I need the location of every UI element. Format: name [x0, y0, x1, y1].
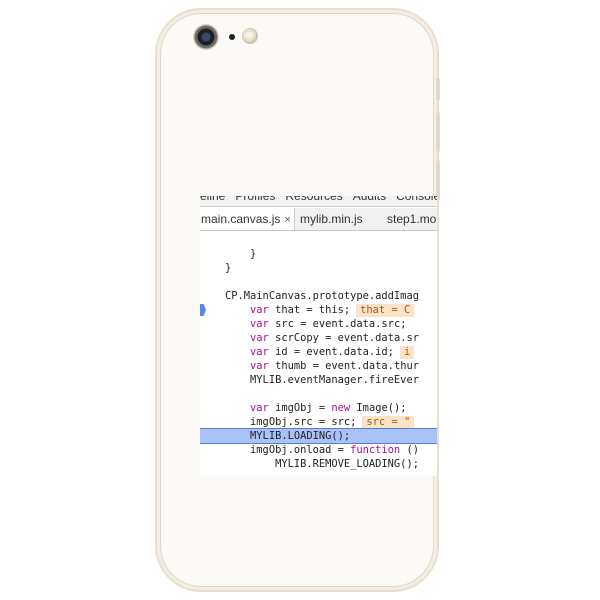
code-line[interactable]: MYLIB.eventManager.fireEver	[200, 373, 437, 387]
code-text: MYLIB.eventManager.fireEver	[200, 374, 419, 386]
code-line[interactable]: imgObj.src = src; src = "	[200, 415, 437, 429]
tab-label: step1.mo	[387, 212, 437, 226]
flash-icon	[242, 28, 258, 44]
microphone-dot	[229, 34, 235, 40]
code-line[interactable]: imgObj.onload = function ()	[200, 443, 437, 457]
code-text: }	[200, 262, 232, 274]
code-text: imgObj.src = src; src = "	[200, 415, 415, 429]
inline-value-badge: src = "	[362, 416, 415, 429]
code-text: }	[200, 248, 257, 260]
code-text: var id = event.data.id; i	[200, 345, 415, 359]
tab-step1[interactable]: step1.mo	[387, 208, 436, 230]
menu-item[interactable]: Console	[396, 196, 437, 203]
code-line[interactable]: var thumb = event.data.thur	[200, 359, 437, 373]
code-line[interactable]: var id = event.data.id; i	[200, 345, 437, 359]
code-line[interactable]: var imgObj = new Image();	[200, 401, 437, 415]
code-line[interactable]: var scrCopy = event.data.sr	[200, 331, 437, 345]
tab-label: mylib.min.js	[300, 212, 363, 226]
code-text: CP.MainCanvas.prototype.addImag	[200, 290, 419, 302]
devtools-menubar: eline Profiles Resources Audits Console	[200, 196, 437, 207]
code-line[interactable]: var src = event.data.src;	[200, 317, 437, 331]
menu-item[interactable]: Profiles	[235, 196, 275, 203]
product-mockup: eline Profiles Resources Audits Console main…	[0, 0, 600, 600]
volume-button	[436, 112, 440, 152]
volume-button	[436, 160, 440, 200]
tab-mylib-min-js[interactable]: mylib.min.js	[300, 208, 363, 230]
code-line[interactable]: MYLIB.LOADING();	[200, 428, 437, 444]
devtools-screenshot: eline Profiles Resources Audits Console main…	[200, 196, 437, 476]
code-line[interactable]: }	[200, 247, 437, 261]
code-text: var src = event.data.src;	[250, 318, 407, 330]
code-text: var that = this; that = C	[200, 303, 415, 317]
camera-lens-icon	[193, 24, 219, 50]
inline-value-badge: i	[399, 346, 415, 359]
code-text: MYLIB.LOADING();	[200, 430, 351, 442]
code-text: var imgObj = new Image();	[250, 402, 407, 414]
code-text: var scrCopy = event.data.sr	[250, 332, 419, 344]
menu-item[interactable]: Audits	[353, 196, 386, 203]
source-code-panel[interactable]: } } CP.MainCanvas.prototype.addImag var …	[200, 236, 437, 476]
menu-item[interactable]: eline	[200, 196, 225, 203]
code-text: imgObj.onload = function ()	[200, 444, 419, 456]
file-tabbar: main.canvas.js × mylib.min.js step1.mo	[200, 208, 437, 231]
menu-item[interactable]: Resources	[285, 196, 342, 203]
code-line[interactable]: CP.MainCanvas.prototype.addImag	[200, 289, 437, 303]
code-line[interactable]	[200, 387, 437, 401]
inline-value-badge: that = C	[356, 304, 415, 317]
code-line[interactable]	[200, 275, 437, 289]
close-icon[interactable]: ×	[284, 214, 290, 226]
code-text: var thumb = event.data.thur	[250, 360, 419, 372]
code-line[interactable]: MYLIB.REMOVE_LOADING();	[200, 457, 437, 471]
tab-label: main.canvas.js	[201, 212, 281, 226]
mute-switch	[436, 78, 440, 100]
code-line[interactable]: var that = this; that = C	[200, 303, 437, 317]
code-text: MYLIB.REMOVE_LOADING();	[200, 458, 419, 470]
tab-main-canvas-js[interactable]: main.canvas.js ×	[200, 208, 295, 230]
code-line[interactable]: }	[200, 261, 437, 275]
